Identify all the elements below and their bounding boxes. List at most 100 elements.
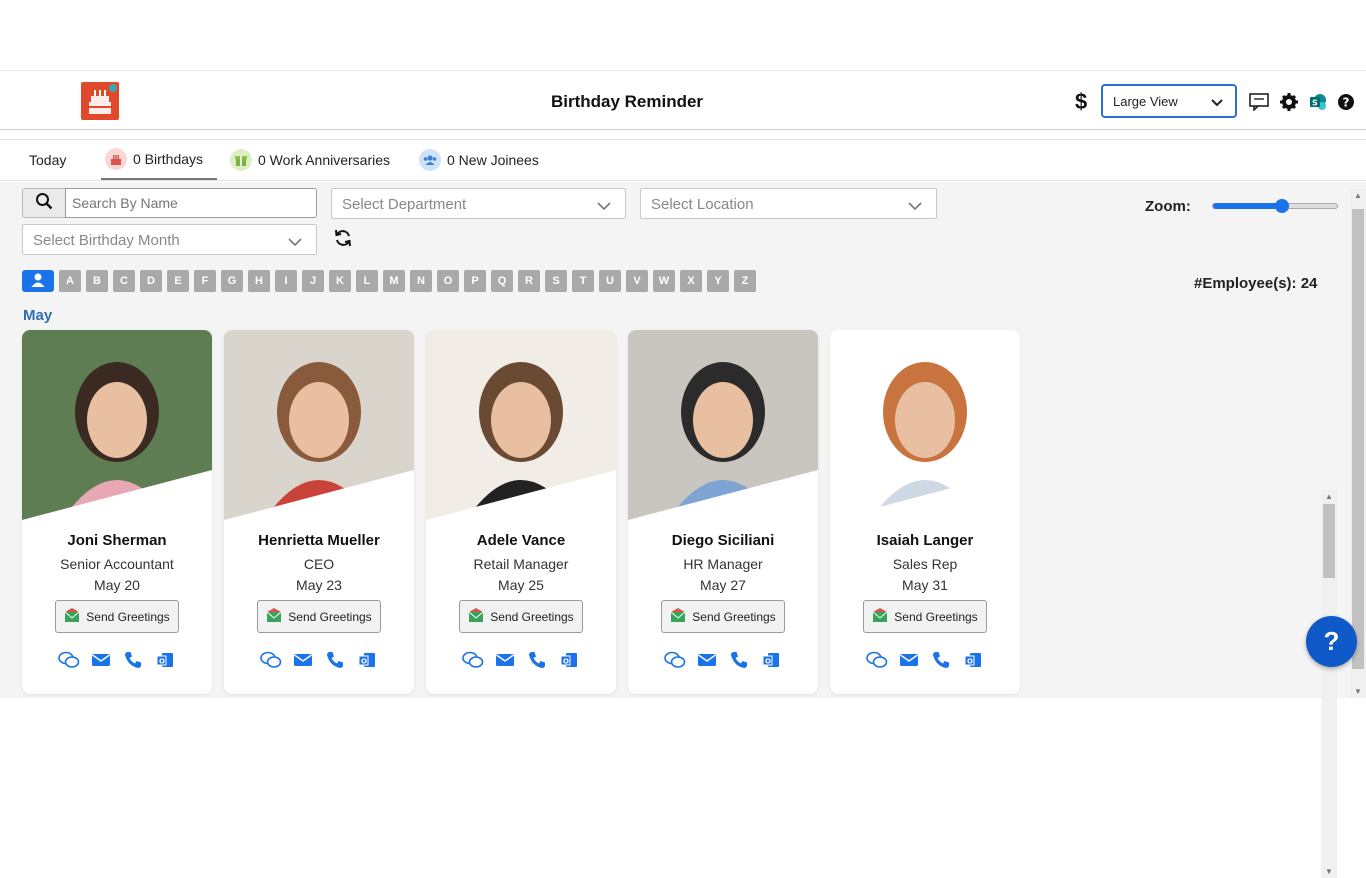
letter-filter-w[interactable]: W [653,270,675,292]
employee-birthday: May 27 [700,577,746,593]
tab-work-anniversaries-label: 0 Work Anniversaries [258,152,391,168]
letter-filter-v[interactable]: V [626,270,648,292]
mail-icon[interactable] [494,650,516,670]
letter-filter-o[interactable]: O [437,270,459,292]
teams-icon[interactable]: O [760,650,782,670]
currency-icon[interactable]: $ [1075,89,1087,115]
tab-new-joinees[interactable]: 0 New Joinees [419,140,539,180]
page-scroll-up-arrow[interactable]: ▲ [1354,191,1362,200]
search-input[interactable] [65,188,317,218]
phone-icon[interactable] [728,650,750,670]
letter-filter-n[interactable]: N [410,270,432,292]
letter-filter-q[interactable]: Q [491,270,513,292]
department-select[interactable]: Select Department [331,188,626,219]
zoom-slider-thumb[interactable] [1275,199,1290,213]
cards-scrollbar-thumb[interactable] [1323,504,1335,578]
letter-filter-y[interactable]: Y [707,270,729,292]
send-greetings-button[interactable]: Send Greetings [459,600,583,633]
location-select[interactable]: Select Location [640,188,937,219]
send-greetings-button[interactable]: Send Greetings [661,600,785,633]
chat-icon[interactable] [664,650,686,670]
teams-icon[interactable]: O [558,650,580,670]
chat-icon[interactable] [462,650,484,670]
scroll-up-arrow[interactable]: ▲ [1325,492,1333,501]
refresh-icon[interactable] [333,228,355,250]
letter-filter-a[interactable]: A [59,270,81,292]
letter-filter-p[interactable]: P [464,270,486,292]
employee-photo [22,330,212,520]
feedback-icon[interactable] [1249,93,1269,112]
employee-birthday: May 20 [94,577,140,593]
tab-work-anniversaries[interactable]: 0 Work Anniversaries [230,140,390,180]
view-mode-select[interactable]: Large View [1101,84,1237,118]
letter-filter-e[interactable]: E [167,270,189,292]
letter-filter-r[interactable]: R [518,270,540,292]
letter-filter-t[interactable]: T [572,270,594,292]
cake-icon [105,148,127,170]
help-fab-button[interactable]: ? [1306,616,1357,667]
tab-birthdays[interactable]: 0 Birthdays [101,140,218,180]
chat-icon[interactable] [58,650,80,670]
send-greetings-button[interactable]: Send Greetings [257,600,381,633]
letter-filter-b[interactable]: B [86,270,108,292]
letter-filter-g[interactable]: G [221,270,243,292]
gear-icon[interactable] [1280,93,1300,111]
letter-filter-c[interactable]: C [113,270,135,292]
contact-actions: O [426,650,616,670]
phone-icon[interactable] [122,650,144,670]
send-greetings-button[interactable]: Send Greetings [55,600,179,633]
phone-icon[interactable] [526,650,548,670]
main-content: Select Department Select Location Select… [0,182,1366,878]
letter-filter-s[interactable]: S [545,270,567,292]
chevron-down-icon [908,198,922,215]
mail-icon[interactable] [696,650,718,670]
contact-actions: O [830,650,1020,670]
letter-filter-j[interactable]: J [302,270,324,292]
mail-icon[interactable] [898,650,920,670]
employee-title: Retail Manager [473,556,569,572]
letter-filter-k[interactable]: K [329,270,351,292]
letter-filter-u[interactable]: U [599,270,621,292]
mail-icon[interactable] [90,650,112,670]
chat-icon[interactable] [260,650,282,670]
teams-icon[interactable]: O [962,650,984,670]
scroll-down-arrow[interactable]: ▼ [1325,867,1333,876]
chat-icon[interactable] [866,650,888,670]
all-employees-filter[interactable] [22,270,54,292]
letter-filter-m[interactable]: M [383,270,405,292]
teams-icon[interactable]: O [154,650,176,670]
page-scroll-down-arrow[interactable]: ▼ [1354,687,1362,696]
letter-filter-f[interactable]: F [194,270,216,292]
page-scrollbar-thumb[interactable] [1352,209,1364,669]
tab-today[interactable]: Today [29,140,66,180]
letter-filter-i[interactable]: I [275,270,297,292]
letter-filter-l[interactable]: L [356,270,378,292]
sharepoint-icon[interactable]: S [1308,93,1328,111]
letter-filter-d[interactable]: D [140,270,162,292]
chevron-down-icon [1211,95,1223,110]
employee-name: Isaiah Langer [876,532,974,549]
zoom-slider[interactable] [1212,199,1338,213]
letter-filter-z[interactable]: Z [734,270,756,292]
employee-name: Henrietta Mueller [258,532,380,549]
send-greetings-label: Send Greetings [490,609,574,624]
teams-icon[interactable]: O [356,650,378,670]
zoom-slider-fill [1213,203,1283,209]
send-greetings-button[interactable]: Send Greetings [863,600,987,633]
help-icon[interactable]: ? [1337,93,1357,111]
letter-filter-h[interactable]: H [248,270,270,292]
month-heading: May [23,307,53,324]
search-button[interactable] [22,188,66,218]
department-select-value: Select Department [342,196,467,213]
employee-card: Adele Vance Retail Manager May 25 Send G… [426,330,616,694]
employee-birthday: May 23 [296,577,342,593]
phone-icon[interactable] [930,650,952,670]
tab-today-label: Today [29,152,67,168]
birth-month-select[interactable]: Select Birthday Month [22,224,317,255]
employee-name: Adele Vance [476,532,566,549]
mail-icon[interactable] [292,650,314,670]
phone-icon[interactable] [324,650,346,670]
letter-filter-x[interactable]: X [680,270,702,292]
page-scrollbar[interactable]: ▲ ▼ [1350,189,1366,698]
cards-scrollbar[interactable]: ▲ ▼ [1321,490,1337,878]
